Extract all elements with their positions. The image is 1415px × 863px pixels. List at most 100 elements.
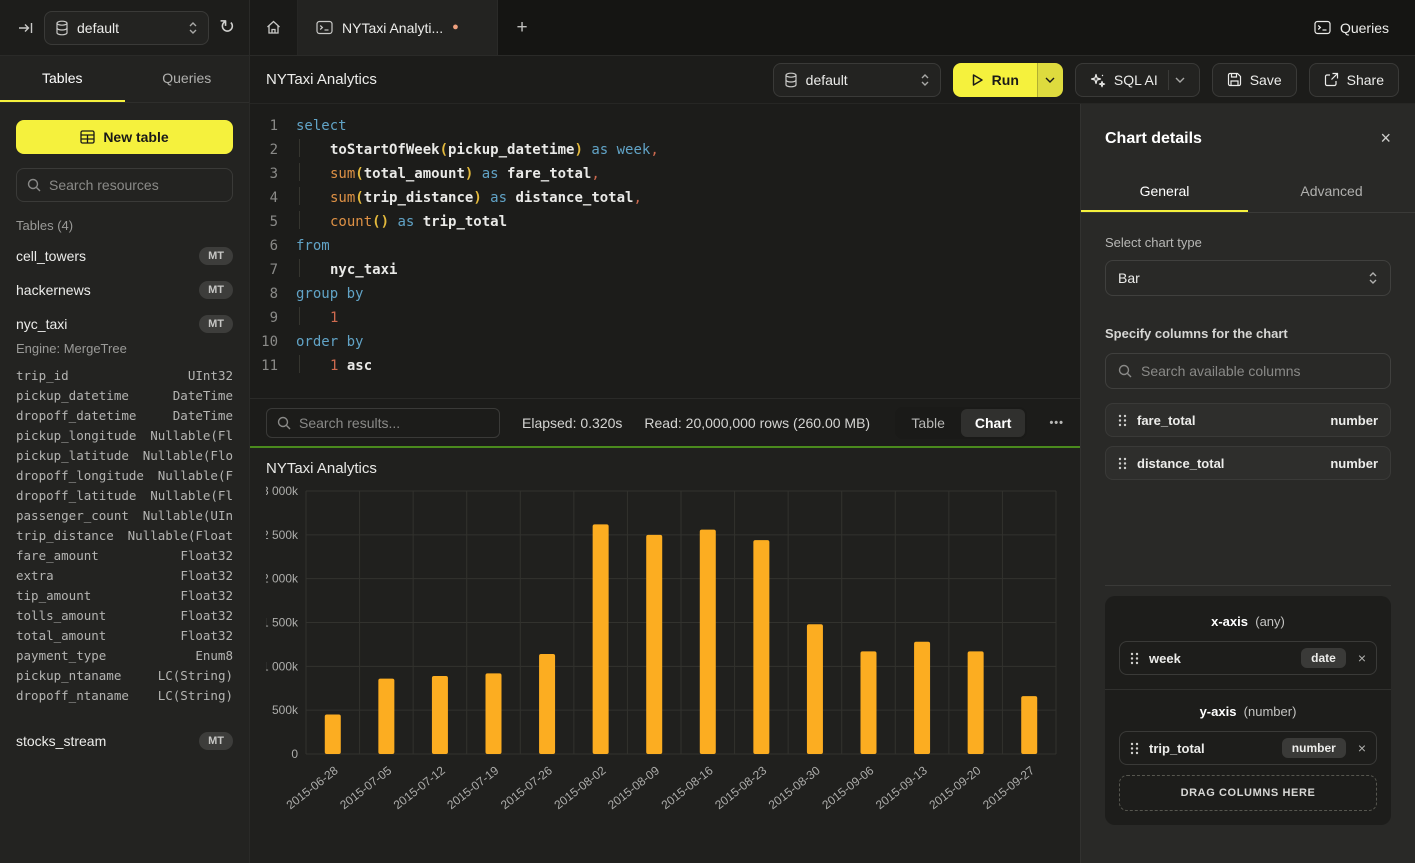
sidebar-tab-label: Queries	[162, 70, 211, 86]
plus-icon: +	[516, 17, 527, 39]
chart-bar[interactable]	[914, 642, 930, 754]
run-dropdown-button[interactable]	[1037, 63, 1063, 97]
view-toggle-chart[interactable]: Chart	[961, 409, 1026, 437]
bar-chart[interactable]: 0500k1 000k1 500k2 000k2 500k3 000k2015-…	[266, 479, 1064, 859]
queries-link[interactable]: Queries	[1314, 0, 1415, 55]
axis-config-box: x-axis (any) week date × y-axis (number)	[1105, 596, 1391, 825]
table-row[interactable]: nyc_taxiMT	[0, 307, 249, 341]
remove-column-button[interactable]: ×	[1356, 650, 1366, 666]
chart-bar[interactable]	[325, 715, 341, 754]
chart-bar[interactable]	[486, 673, 502, 754]
search-resources-input[interactable]	[49, 177, 222, 193]
column-row[interactable]: dropoff_datetimeDateTime	[16, 406, 233, 426]
table-name: cell_towers	[16, 248, 86, 264]
toggle-label: Chart	[975, 415, 1012, 431]
refresh-button[interactable]: ↻	[219, 16, 235, 39]
unsaved-dot-icon: ●	[452, 22, 459, 33]
run-button[interactable]: Run	[953, 63, 1037, 97]
column-row[interactable]: trip_idUInt32	[16, 366, 233, 386]
chevron-down-icon	[1175, 77, 1185, 83]
column-row[interactable]: tolls_amountFloat32	[16, 606, 233, 626]
chart-bar[interactable]	[432, 676, 448, 754]
share-button[interactable]: Share	[1309, 63, 1399, 97]
tab-general[interactable]: General	[1081, 169, 1248, 212]
query-title: NYTaxi Analytics	[266, 71, 761, 88]
drop-zone[interactable]: DRAG COLUMNS HERE	[1119, 775, 1377, 811]
new-table-button[interactable]: New table	[16, 120, 233, 154]
chart-bar[interactable]	[646, 535, 662, 754]
table-row[interactable]: cell_towersMT	[0, 239, 249, 273]
code-line[interactable]: 6from	[250, 234, 1080, 258]
table-name: hackernews	[16, 282, 91, 298]
code-line[interactable]: 8group by	[250, 282, 1080, 306]
table-grid-icon	[80, 130, 95, 144]
search-columns-input[interactable]	[1141, 363, 1378, 379]
column-row[interactable]: pickup_ntanameLC(String)	[16, 666, 233, 686]
column-chip-fare-total[interactable]: fare_total number	[1105, 403, 1391, 437]
column-row[interactable]: dropoff_longitudeNullable(F	[16, 466, 233, 486]
chart-bar[interactable]	[700, 530, 716, 754]
y-axis-chip-trip-total[interactable]: trip_total number ×	[1119, 731, 1377, 765]
x-axis-chip-week[interactable]: week date ×	[1119, 641, 1377, 675]
code-line[interactable]: 10order by	[250, 330, 1080, 354]
column-row[interactable]: fare_amountFloat32	[16, 546, 233, 566]
chart-bar[interactable]	[968, 651, 984, 754]
sql-ai-button[interactable]: SQL AI	[1075, 63, 1200, 97]
sidebar-tab-tables[interactable]: Tables	[0, 56, 125, 102]
chart-bar[interactable]	[807, 624, 823, 754]
column-chip-distance-total[interactable]: distance_total number	[1105, 446, 1391, 480]
column-row[interactable]: passenger_countNullable(UIn	[16, 506, 233, 526]
home-button[interactable]	[250, 0, 298, 55]
column-row[interactable]: pickup_longitudeNullable(Fl	[16, 426, 233, 446]
code-line[interactable]: 5count() as trip_total	[250, 210, 1080, 234]
column-type: Nullable(Fl	[150, 426, 233, 446]
save-button[interactable]: Save	[1212, 63, 1297, 97]
code-line[interactable]: 7nyc_taxi	[250, 258, 1080, 282]
column-row[interactable]: pickup_datetimeDateTime	[16, 386, 233, 406]
sql-ai-dropdown[interactable]	[1168, 70, 1185, 90]
code-line[interactable]: 91	[250, 306, 1080, 330]
sql-editor[interactable]: 1select2toStartOfWeek(pickup_datetime) a…	[250, 104, 1080, 398]
code-line[interactable]: 1select	[250, 114, 1080, 138]
chart-bar[interactable]	[593, 524, 609, 754]
more-options-button[interactable]: •••	[1049, 417, 1064, 429]
chart-bar[interactable]	[539, 654, 555, 754]
x-axis-tick: 2015-08-09	[605, 763, 662, 812]
column-row[interactable]: total_amountFloat32	[16, 626, 233, 646]
share-icon	[1324, 72, 1339, 87]
x-axis-tick: 2015-08-02	[551, 763, 608, 812]
search-results-input[interactable]	[299, 415, 489, 431]
table-row[interactable]: stocks_streamMT	[0, 724, 249, 758]
column-name: pickup_ntaname	[16, 666, 121, 686]
chart-bar[interactable]	[1021, 696, 1037, 754]
chart-type-select[interactable]: Bar	[1105, 260, 1391, 296]
code-line[interactable]: 3sum(total_amount) as fare_total,	[250, 162, 1080, 186]
database-selector[interactable]: default	[773, 63, 941, 97]
chart-bar[interactable]	[861, 651, 877, 754]
database-selector[interactable]: default	[44, 11, 209, 45]
code-line[interactable]: 2toStartOfWeek(pickup_datetime) as week,	[250, 138, 1080, 162]
column-row[interactable]: payment_typeEnum8	[16, 646, 233, 666]
column-row[interactable]: trip_distanceNullable(Float	[16, 526, 233, 546]
new-tab-button[interactable]: +	[498, 0, 546, 55]
query-tab[interactable]: NYTaxi Analyti... ●	[298, 0, 498, 55]
chart-bar[interactable]	[753, 540, 769, 754]
sidebar-collapse-button[interactable]	[18, 20, 34, 36]
column-row[interactable]: extraFloat32	[16, 566, 233, 586]
column-row[interactable]: tip_amountFloat32	[16, 586, 233, 606]
close-panel-button[interactable]: ×	[1380, 128, 1391, 149]
chart-bar[interactable]	[378, 679, 394, 754]
tab-advanced[interactable]: Advanced	[1248, 169, 1415, 212]
column-row[interactable]: dropoff_ntanameLC(String)	[16, 686, 233, 706]
column-row[interactable]: pickup_latitudeNullable(Flo	[16, 446, 233, 466]
column-row[interactable]: dropoff_latitudeNullable(Fl	[16, 486, 233, 506]
table-row[interactable]: hackernews MT	[0, 273, 249, 307]
code-line[interactable]: 4sum(trip_distance) as distance_total,	[250, 186, 1080, 210]
column-name: pickup_latitude	[16, 446, 129, 466]
table-engine-badge: MT	[199, 281, 233, 299]
remove-column-button[interactable]: ×	[1356, 740, 1366, 756]
view-toggle-table[interactable]: Table	[897, 409, 958, 437]
code-line[interactable]: 111 asc	[250, 354, 1080, 378]
sidebar-tab-queries[interactable]: Queries	[125, 56, 250, 102]
details-tabs: General Advanced	[1081, 169, 1415, 213]
